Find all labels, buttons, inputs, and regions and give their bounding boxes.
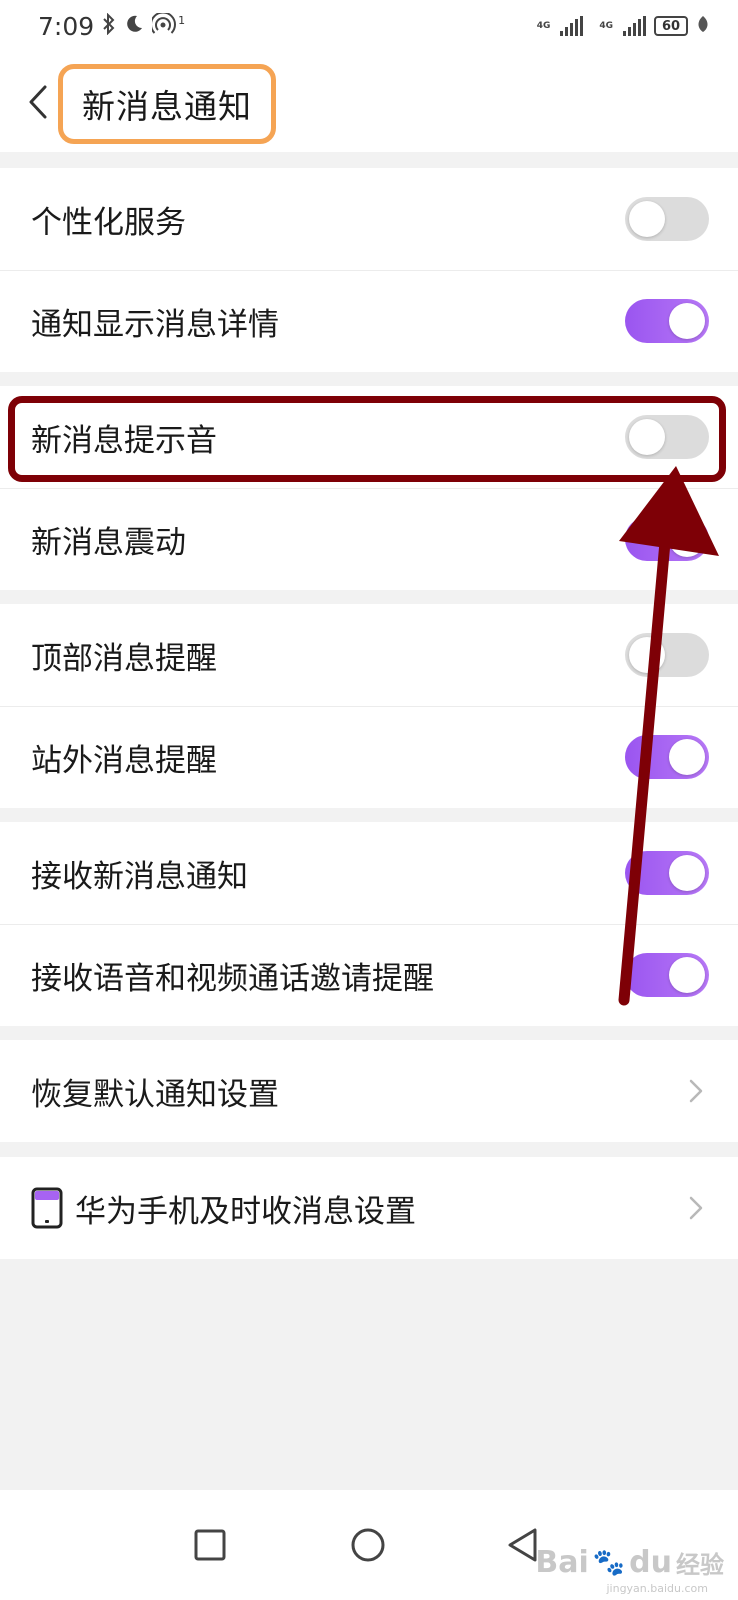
signal-icon-1 <box>560 16 584 36</box>
hotspot-count: 1 <box>178 13 186 27</box>
top-message-alert-toggle[interactable] <box>625 633 709 677</box>
system-nav-bar: Bai 🐾 du 经验 jingyan.baidu.com <box>0 1490 738 1600</box>
external-message-alert-toggle[interactable] <box>625 735 709 779</box>
settings-section-3: 顶部消息提醒 站外消息提醒 <box>0 604 738 808</box>
setting-label: 恢复默认通知设置 <box>31 1076 279 1113</box>
setting-label: 新消息震动 <box>31 524 186 561</box>
toggle-knob <box>669 855 705 891</box>
setting-row-top-message-alert: 顶部消息提醒 <box>0 604 738 706</box>
paw-icon: 🐾 <box>592 1547 626 1578</box>
baidu-watermark: Bai 🐾 du 经验 <box>535 1545 724 1580</box>
back-button[interactable] <box>18 78 58 126</box>
status-time: 7:09 <box>38 11 95 41</box>
setting-row-personalized-service: 个性化服务 <box>0 168 738 270</box>
settings-section-1: 个性化服务 通知显示消息详情 <box>0 168 738 372</box>
network-type-label-2: 4G <box>599 20 613 31</box>
setting-label: 通知显示消息详情 <box>31 306 279 343</box>
battery-icon: 60 <box>654 16 688 36</box>
network-type-label-1: 4G <box>536 20 551 31</box>
recent-apps-icon[interactable] <box>188 1523 232 1567</box>
message-sound-toggle[interactable] <box>625 415 709 459</box>
settings-section-6: 华为手机及时收消息设置 <box>0 1157 738 1259</box>
toggle-knob <box>629 201 665 237</box>
message-vibration-toggle[interactable] <box>625 517 709 561</box>
setting-row-call-invite-alert: 接收语音和视频通话邀请提醒 <box>0 924 738 1026</box>
moon-icon <box>124 14 144 39</box>
battery-level: 60 <box>661 18 681 34</box>
setting-row-message-vibration: 新消息震动 <box>0 488 738 590</box>
call-invite-alert-toggle[interactable] <box>625 953 709 997</box>
status-bar-left: 7:09 1 <box>38 11 186 41</box>
setting-label: 站外消息提醒 <box>31 742 217 779</box>
chevron-right-icon <box>689 1196 703 1220</box>
chevron-left-icon <box>29 85 47 119</box>
setting-label: 接收语音和视频通话邀请提醒 <box>31 960 434 997</box>
personalized-service-toggle[interactable] <box>625 197 709 241</box>
bluetooth-icon <box>102 12 116 40</box>
setting-row-message-sound: 新消息提示音 <box>0 386 738 488</box>
settings-section-5: 恢复默认通知设置 <box>0 1040 738 1142</box>
title-highlight-box: 新消息通知 <box>58 64 276 144</box>
setting-label: 顶部消息提醒 <box>31 640 217 677</box>
leaf-icon <box>696 15 710 37</box>
receive-new-message-toggle[interactable] <box>625 851 709 895</box>
signal-icon-2 <box>623 16 646 36</box>
huawei-message-settings-row[interactable]: 华为手机及时收消息设置 <box>0 1157 738 1259</box>
toggle-knob <box>669 739 705 775</box>
setting-label: 华为手机及时收消息设置 <box>75 1193 416 1230</box>
settings-section-4: 接收新消息通知 接收语音和视频通话邀请提醒 <box>0 822 738 1026</box>
toggle-knob <box>669 957 705 993</box>
toggle-knob <box>669 521 705 557</box>
chevron-right-icon <box>689 1079 703 1103</box>
toggle-knob <box>629 637 665 673</box>
setting-label: 个性化服务 <box>31 204 186 241</box>
hotspot-icon <box>150 11 178 40</box>
page-title: 新消息通知 <box>82 87 252 126</box>
watermark-text-du: du <box>629 1545 672 1580</box>
watermark-cn: 经验 <box>676 1551 724 1579</box>
phone-icon <box>31 1187 63 1229</box>
home-icon[interactable] <box>346 1523 390 1567</box>
restore-default-settings-row[interactable]: 恢复默认通知设置 <box>0 1040 738 1142</box>
status-bar: 7:09 1 4G 4G 60 <box>0 0 738 52</box>
setting-label: 新消息提示音 <box>31 422 217 459</box>
watermark-text: Bai <box>535 1545 589 1580</box>
toggle-knob <box>629 419 665 455</box>
setting-row-external-message-alert: 站外消息提醒 <box>0 706 738 808</box>
status-bar-right: 4G 4G 60 <box>537 15 710 37</box>
app-header: 新消息通知 <box>0 52 738 152</box>
show-message-details-toggle[interactable] <box>625 299 709 343</box>
setting-row-receive-new-message: 接收新消息通知 <box>0 822 738 924</box>
toggle-knob <box>669 303 705 339</box>
watermark-url: jingyan.baidu.com <box>606 1582 708 1595</box>
settings-section-2: 新消息提示音 新消息震动 <box>0 386 738 590</box>
setting-label: 接收新消息通知 <box>31 858 248 895</box>
setting-row-show-message-details: 通知显示消息详情 <box>0 270 738 372</box>
